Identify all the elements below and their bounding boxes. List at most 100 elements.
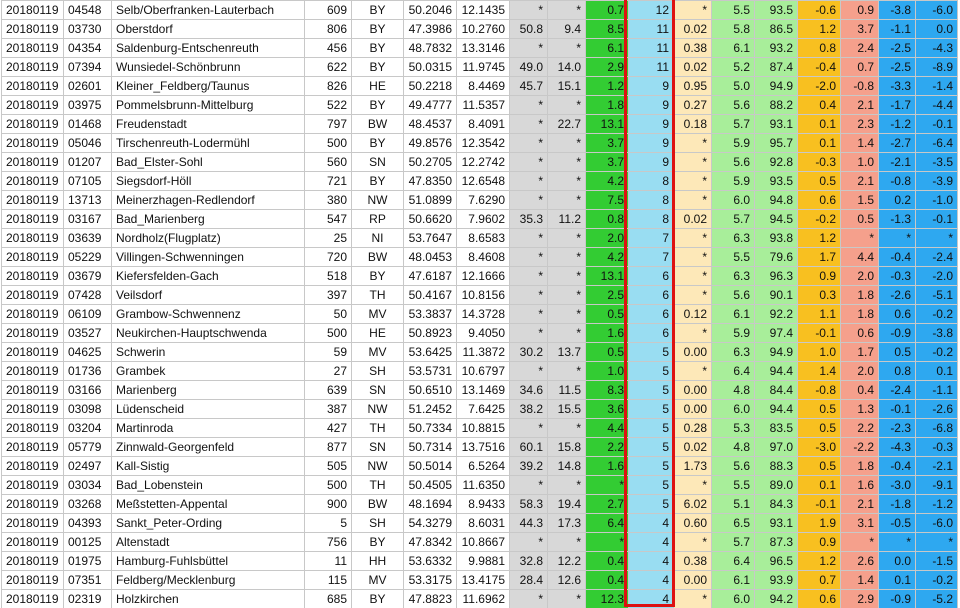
value-e-cell: * <box>673 475 712 495</box>
table-row[interactable]: 20180119 03730 Oberstdorf 806 BY 47.3986 10.27… <box>1 19 958 39</box>
table-row[interactable]: 20180119 01975 Hamburg-Fuhlsbüttel 11 HH 53.6… <box>1 551 958 571</box>
value-j-cell: -1.1 <box>878 19 916 39</box>
value-a-cell: * <box>509 171 548 191</box>
table-row[interactable]: 20180119 03166 Marienberg 639 SN 50.6510 13.14… <box>1 380 958 400</box>
table-row[interactable]: 20180119 02497 Kall-Sistig 505 NW 50.5014 6.52… <box>1 456 958 476</box>
value-c-cell: 13.1 <box>585 114 629 134</box>
table-row[interactable]: 20180119 03639 Nordholz(Flugplatz) 25 NI 53.7… <box>1 228 958 248</box>
station-name-cell: Kall-Sistig <box>111 456 305 476</box>
table-row[interactable]: 20180119 03679 Kiefersfelden-Gach 518 BY 47.6… <box>1 266 958 286</box>
table-row[interactable]: 20180119 07105 Siegsdorf-Höll 721 BY 47.8350 1… <box>1 171 958 191</box>
value-g-cell: 93.2 <box>754 38 798 58</box>
value-c-cell: 0.5 <box>585 342 629 362</box>
value-d-cell: 5 <box>628 456 674 476</box>
date-cell: 20180119 <box>1 133 64 153</box>
value-j-cell: 0.8 <box>878 361 916 381</box>
table-row[interactable]: 20180119 13713 Meinerzhagen-Redlendorf 380 N… <box>1 190 958 210</box>
value-b-cell: 9.4 <box>547 19 586 39</box>
value-j-cell: -0.9 <box>878 323 916 343</box>
value-d-cell: 4 <box>628 570 674 590</box>
value-e-cell: * <box>673 589 712 608</box>
station-name-cell: Sankt_Peter-Ording <box>111 513 305 533</box>
table-row[interactable]: 20180119 01207 Bad_Elster-Sohl 560 SN 50.2705… <box>1 152 958 172</box>
value-k-cell: -0.1 <box>915 114 958 134</box>
value-f-cell: 5.2 <box>711 57 755 77</box>
table-row[interactable]: 20180119 03098 Lüdenscheid 387 NW 51.2452 7.64… <box>1 399 958 419</box>
date-cell: 20180119 <box>1 475 64 495</box>
value-i-cell: 0.9 <box>840 0 879 20</box>
table-row[interactable]: 20180119 04354 Saldenburg-Entschenreuth 456… <box>1 38 958 58</box>
value-b-cell: 15.1 <box>547 76 586 96</box>
table-row[interactable]: 20180119 04625 Schwerin 59 MV 53.6425 11.3872 3… <box>1 342 958 362</box>
table-row[interactable]: 20180119 07428 Veilsdorf 397 TH 50.4167 10.815… <box>1 285 958 305</box>
elevation-cell: 721 <box>304 171 352 191</box>
value-b-cell: * <box>547 95 586 115</box>
table-row[interactable]: 20180119 04393 Sankt_Peter-Ording 5 SH 54.327… <box>1 513 958 533</box>
value-j-cell: -2.1 <box>878 152 916 172</box>
table-row[interactable]: 20180119 06109 Grambow-Schwennenz 50 MV 53.38… <box>1 304 958 324</box>
value-d-cell: 9 <box>628 133 674 153</box>
longitude-cell: 8.4608 <box>456 247 510 267</box>
value-e-cell: 0.02 <box>673 19 712 39</box>
value-h-cell: 1.2 <box>797 551 841 571</box>
table-row[interactable]: 20180119 07351 Feldberg/Mecklenburg 115 MV 53… <box>1 570 958 590</box>
station-name-cell: Bad_Elster-Sohl <box>111 152 305 172</box>
table-row[interactable]: 20180119 07394 Wunsiedel-Schönbrunn 622 BY 50… <box>1 57 958 77</box>
table-row[interactable]: 20180119 03527 Neukirchen-Hauptschwenda 500… <box>1 323 958 343</box>
table-row[interactable]: 20180119 03268 Meßstetten-Appental 900 BW 48.… <box>1 494 958 514</box>
latitude-cell: 53.6332 <box>403 551 457 571</box>
value-h-cell: 0.1 <box>797 475 841 495</box>
latitude-cell: 50.7334 <box>403 418 457 438</box>
latitude-cell: 50.8923 <box>403 323 457 343</box>
value-b-cell: * <box>547 152 586 172</box>
table-row[interactable]: 20180119 03167 Bad_Marienberg 547 RP 50.6620 7… <box>1 209 958 229</box>
table-row[interactable]: 20180119 01736 Grambek 27 SH 53.5731 10.6797 * *… <box>1 361 958 381</box>
value-a-cell: 30.2 <box>509 342 548 362</box>
elevation-cell: 500 <box>304 133 352 153</box>
value-j-cell: -4.3 <box>878 437 916 457</box>
table-row[interactable]: 20180119 03034 Bad_Lobenstein 500 TH 50.4505 1… <box>1 475 958 495</box>
station-id-cell: 13713 <box>63 190 112 210</box>
value-h-cell: 0.4 <box>797 95 841 115</box>
value-c-cell: 12.3 <box>585 589 629 608</box>
value-f-cell: 5.1 <box>711 494 755 514</box>
value-j-cell: -0.4 <box>878 456 916 476</box>
state-cell: BY <box>351 266 404 286</box>
station-name-cell: Marienberg <box>111 380 305 400</box>
table-row[interactable]: 20180119 02319 Holzkirchen 685 BY 47.8823 11.6… <box>1 589 958 608</box>
station-name-cell: Meßstetten-Appental <box>111 494 305 514</box>
value-k-cell: -2.6 <box>915 399 958 419</box>
value-h-cell: 1.2 <box>797 228 841 248</box>
table-row[interactable]: 20180119 00125 Altenstadt 756 BY 47.8342 10.86… <box>1 532 958 552</box>
table-row[interactable]: 20180119 03975 Pommelsbrunn-Mittelburg 522 B… <box>1 95 958 115</box>
date-cell: 20180119 <box>1 171 64 191</box>
table-row[interactable]: 20180119 01468 Freudenstadt 797 BW 48.4537 8.4… <box>1 114 958 134</box>
value-g-cell: 84.3 <box>754 494 798 514</box>
table-row[interactable]: 20180119 05046 Tirschenreuth-Lodermühl 500 B… <box>1 133 958 153</box>
value-g-cell: 89.0 <box>754 475 798 495</box>
value-h-cell: 1.1 <box>797 304 841 324</box>
table-row[interactable]: 20180119 03204 Martinroda 427 TH 50.7334 10.88… <box>1 418 958 438</box>
station-id-cell: 07428 <box>63 285 112 305</box>
value-c-cell: 4.2 <box>585 247 629 267</box>
table-row[interactable]: 20180119 04548 Selb/Oberfranken-Lauterbach… <box>1 0 958 20</box>
value-c-cell: 4.2 <box>585 171 629 191</box>
state-cell: HE <box>351 323 404 343</box>
value-j-cell: 0.2 <box>878 190 916 210</box>
latitude-cell: 50.7314 <box>403 437 457 457</box>
value-f-cell: 5.8 <box>711 19 755 39</box>
value-b-cell: * <box>547 171 586 191</box>
table-row[interactable]: 20180119 02601 Kleiner_Feldberg/Taunus 826 H… <box>1 76 958 96</box>
value-c-cell: * <box>585 475 629 495</box>
longitude-cell: 10.8667 <box>456 532 510 552</box>
state-cell: NI <box>351 228 404 248</box>
value-d-cell: 9 <box>628 76 674 96</box>
value-i-cell: 0.5 <box>840 209 879 229</box>
elevation-cell: 25 <box>304 228 352 248</box>
table-row[interactable]: 20180119 05779 Zinnwald-Georgenfeld 877 SN 50… <box>1 437 958 457</box>
longitude-cell: 12.6548 <box>456 171 510 191</box>
value-e-cell: * <box>673 228 712 248</box>
table-row[interactable]: 20180119 05229 Villingen-Schwenningen 720 BW… <box>1 247 958 267</box>
value-j-cell: * <box>878 228 916 248</box>
longitude-cell: 7.6290 <box>456 190 510 210</box>
